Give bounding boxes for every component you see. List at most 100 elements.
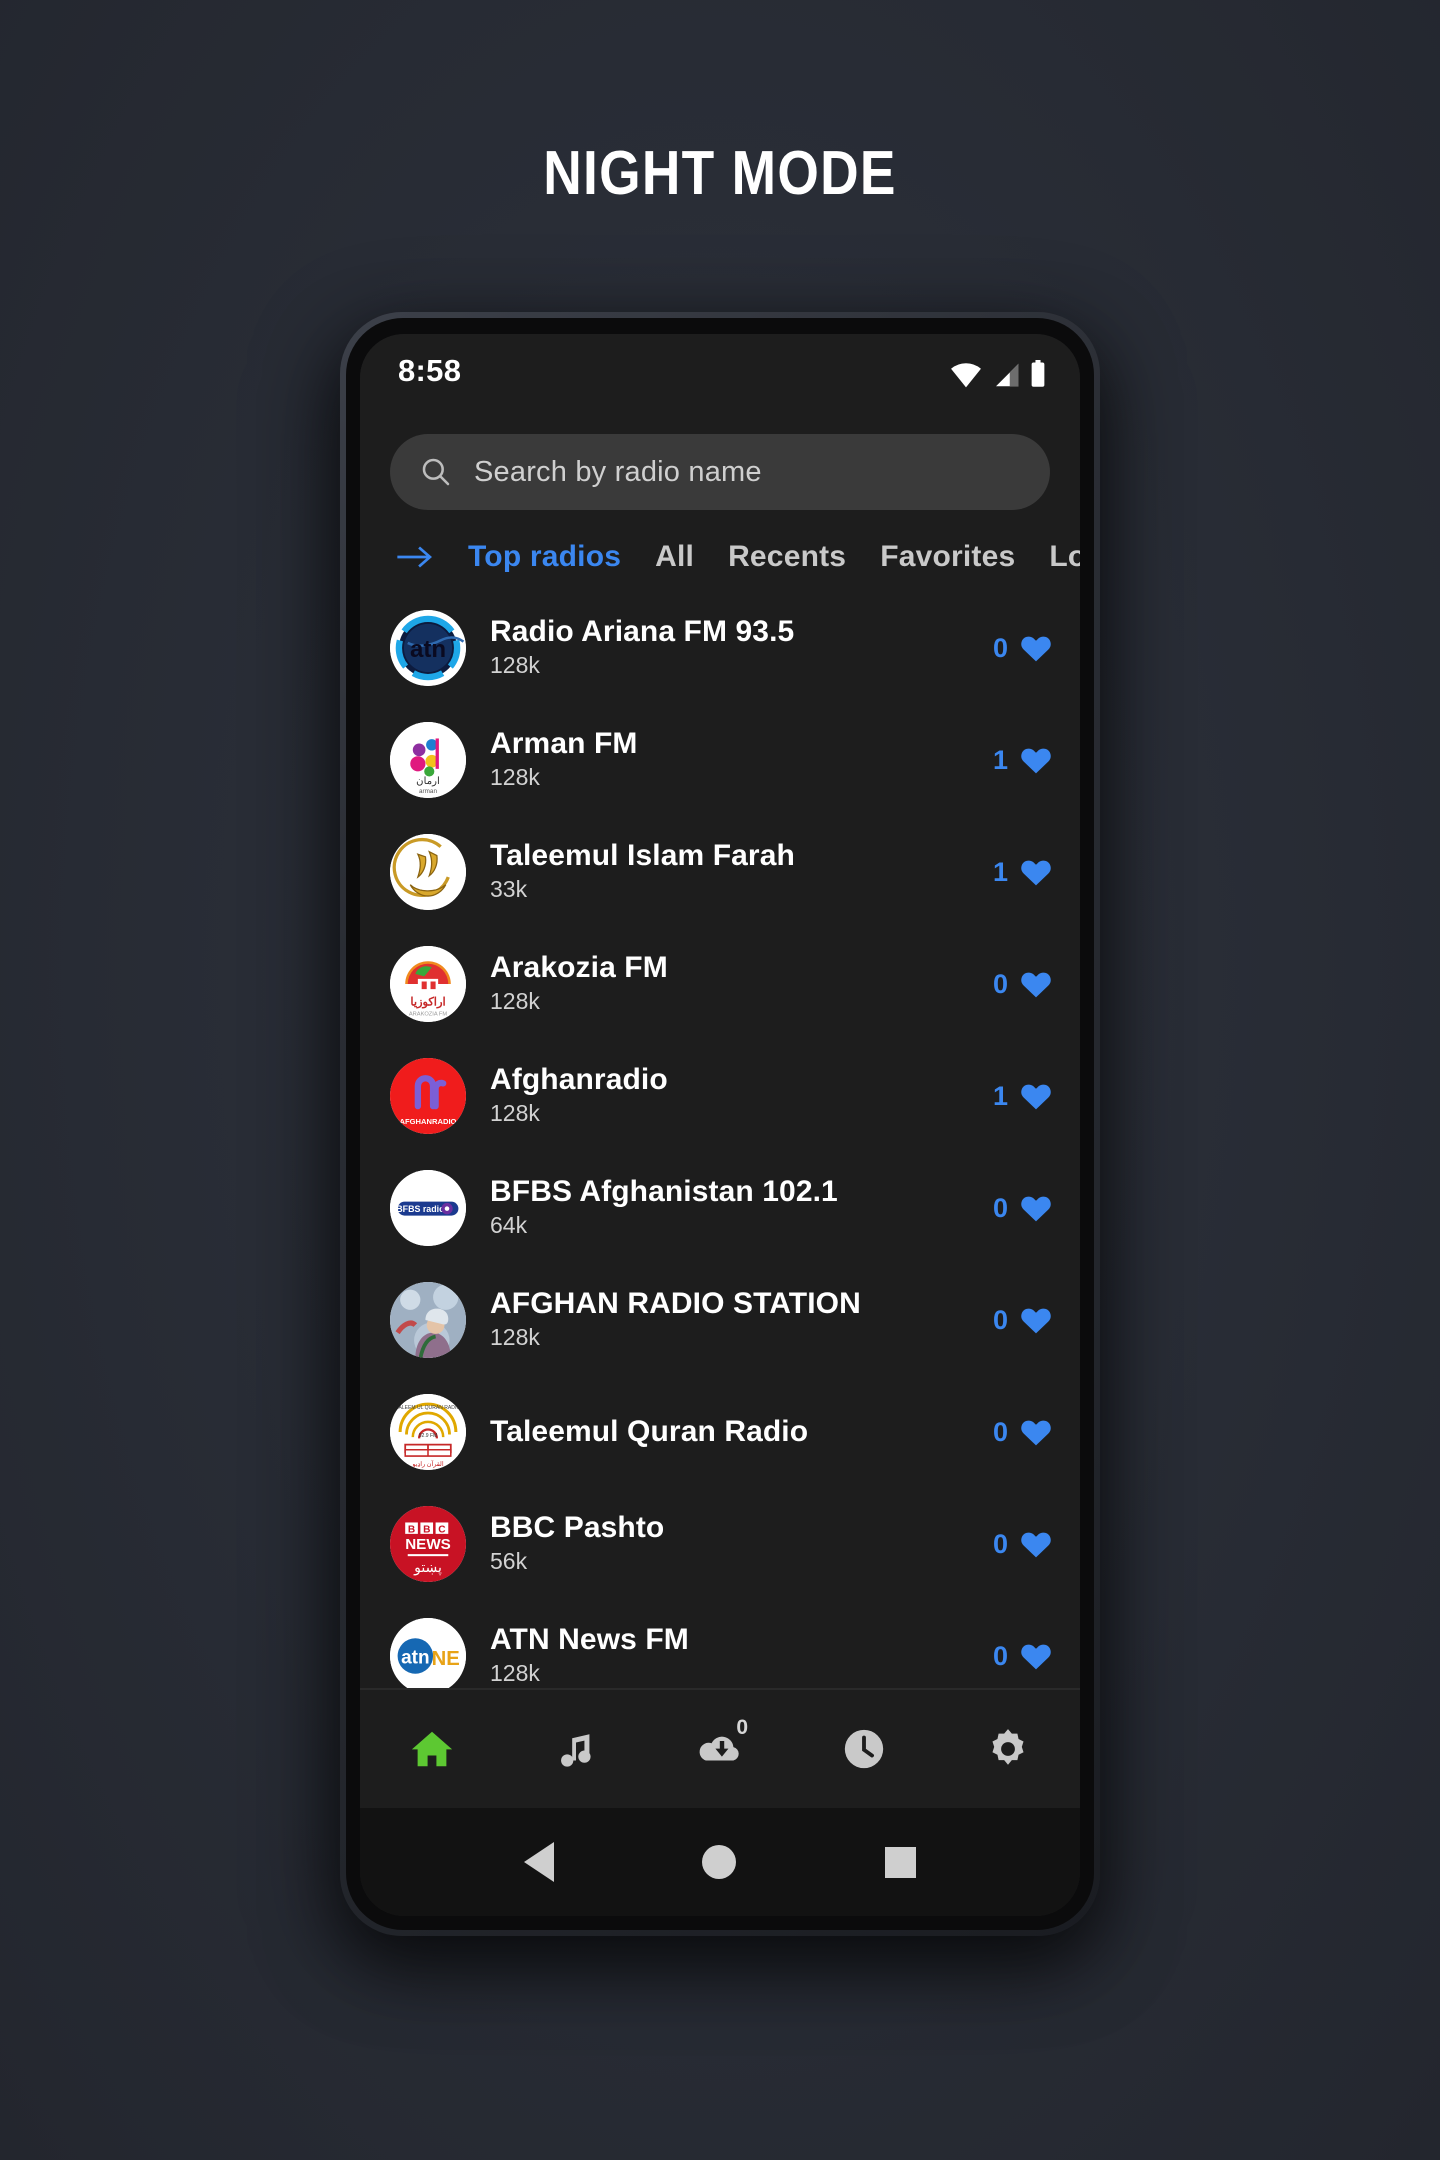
- bfbs-radio-logo: BFBS radio: [390, 1170, 466, 1246]
- circle-home-icon[interactable]: [702, 1845, 737, 1879]
- afghan-radio-station-photo-logo: [390, 1282, 466, 1358]
- status-clock: 8:58: [398, 353, 462, 388]
- favorite-control[interactable]: 1: [993, 745, 1052, 776]
- heart-icon[interactable]: [1020, 745, 1052, 775]
- svg-text:القرآن راډیو: القرآن راډیو: [411, 1460, 443, 1468]
- table-row[interactable]: atn NE ATN News FM 128k 0: [360, 1600, 1080, 1688]
- svg-text:atn: atn: [401, 1648, 430, 1669]
- arrow-right-icon[interactable]: [396, 544, 434, 570]
- row-text: Radio Ariana FM 93.5 128k: [490, 615, 969, 681]
- svg-text:ARAKOZIA FM: ARAKOZIA FM: [409, 1012, 447, 1018]
- favorite-control[interactable]: 0: [993, 633, 1052, 664]
- table-row[interactable]: BFBS radio BFBS Afghanistan 102.1 64k 0: [360, 1152, 1080, 1264]
- signal-icon: [996, 363, 1019, 387]
- svg-text:B: B: [408, 1525, 415, 1536]
- table-row[interactable]: Taleemul Islam Farah 33k 1: [360, 816, 1080, 928]
- row-text: Taleemul Quran Radio: [490, 1415, 969, 1450]
- radio-bitrate: 128k: [490, 651, 540, 678]
- tab-recents[interactable]: Recents: [728, 540, 846, 574]
- nav-home-button[interactable]: [360, 1690, 504, 1808]
- row-text: Taleemul Islam Farah 33k: [490, 839, 969, 905]
- tab-all[interactable]: All: [655, 540, 694, 574]
- svg-text:BFBS radio: BFBS radio: [396, 1204, 445, 1214]
- heart-icon[interactable]: [1020, 1193, 1052, 1223]
- downloads-badge: 0: [736, 1716, 748, 1739]
- radio-name: Arakozia FM: [490, 951, 668, 985]
- music-note-icon: [561, 1734, 591, 1767]
- favorite-control[interactable]: 0: [993, 1417, 1052, 1448]
- favorite-count: 0: [992, 1528, 1008, 1559]
- heart-icon[interactable]: [1020, 1417, 1052, 1447]
- radio-name: Afghanradio: [490, 1063, 668, 1097]
- tab-local[interactable]: Loc: [1049, 540, 1080, 574]
- gear-icon: [992, 1729, 1024, 1765]
- status-bar: 8:58: [360, 334, 1080, 408]
- nav-music-button[interactable]: [504, 1690, 648, 1808]
- radio-name: ATN News FM: [490, 1623, 689, 1657]
- wifi-icon: [951, 363, 981, 388]
- heart-icon[interactable]: [1020, 1305, 1052, 1335]
- favorite-count: 0: [992, 1192, 1008, 1223]
- favorite-count: 1: [992, 744, 1008, 775]
- search-input[interactable]: Search by radio name: [390, 434, 1050, 510]
- nav-settings-button[interactable]: [936, 1690, 1080, 1808]
- table-row[interactable]: اراکوزیا ARAKOZIA FM Arakozia FM 128k 0: [360, 928, 1080, 1040]
- phone-bezel: 8:58 Search by radio name Top radios All…: [346, 318, 1094, 1930]
- heart-icon[interactable]: [1020, 969, 1052, 999]
- heart-icon[interactable]: [1020, 1081, 1052, 1111]
- favorite-control[interactable]: 1: [993, 1081, 1052, 1112]
- heart-icon[interactable]: [1020, 857, 1052, 887]
- home-icon: [411, 1731, 453, 1767]
- favorite-control[interactable]: 0: [993, 1641, 1052, 1672]
- favorite-count: 0: [992, 1304, 1008, 1335]
- table-row[interactable]: AFGHANRADIO Afghanradio 128k 1: [360, 1040, 1080, 1152]
- table-row[interactable]: 92.9 FM القرآن راډیو TALEEM UL QURAN RAD…: [360, 1376, 1080, 1488]
- tab-bar: Top radios All Recents Favorites Loc: [360, 530, 1080, 592]
- square-recents-icon[interactable]: [884, 1846, 916, 1878]
- table-row[interactable]: AFGHAN RADIO STATION 128k 0: [360, 1264, 1080, 1376]
- clock-icon: [844, 1729, 884, 1769]
- favorite-count: 1: [992, 856, 1008, 887]
- radio-name: BBC Pashto: [490, 1511, 665, 1545]
- triangle-back-icon[interactable]: [524, 1842, 555, 1882]
- nav-history-button[interactable]: [792, 1690, 936, 1808]
- svg-text:TALEEM UL QURAN RADIO: TALEEM UL QURAN RADIO: [396, 1405, 461, 1411]
- favorite-control[interactable]: 0: [993, 969, 1052, 1000]
- tab-top-radios[interactable]: Top radios: [468, 540, 621, 574]
- svg-text:atn: atn: [410, 636, 446, 663]
- svg-text:B: B: [423, 1525, 430, 1536]
- favorite-control[interactable]: 0: [993, 1193, 1052, 1224]
- favorite-control[interactable]: 0: [993, 1529, 1052, 1560]
- taleemul-islam-farah-logo: [390, 834, 466, 910]
- heart-icon[interactable]: [1020, 1529, 1052, 1559]
- svg-text:اراکوزیا: اراکوزیا: [410, 997, 445, 1009]
- svg-text:NEWS: NEWS: [405, 1536, 451, 1553]
- taleemul-quran-radio-logo: 92.9 FM القرآن راډیو TALEEM UL QURAN RAD…: [390, 1394, 466, 1470]
- status-icons: [950, 354, 1046, 388]
- favorite-count: 0: [992, 968, 1008, 999]
- page-title: NIGHT MODE: [543, 139, 897, 208]
- bbc-news-pashto-logo: B B C NEWS پښتو: [390, 1506, 466, 1582]
- nav-downloads-button[interactable]: 0: [648, 1690, 792, 1808]
- arakozia-fm-logo: اراکوزیا ARAKOZIA FM: [390, 946, 466, 1022]
- radio-name: Taleemul Quran Radio: [490, 1414, 809, 1448]
- svg-text:AFGHANRADIO: AFGHANRADIO: [400, 1117, 457, 1126]
- search-placeholder: Search by radio name: [474, 455, 762, 488]
- table-row[interactable]: atn Radio Ariana FM 93.5 128k 0: [360, 592, 1080, 704]
- heart-icon[interactable]: [1020, 633, 1052, 663]
- favorite-control[interactable]: 0: [993, 1305, 1052, 1336]
- table-row[interactable]: B B C NEWS پښتو BBC Pashto 56k 0: [360, 1488, 1080, 1600]
- atn-news-logo: atn NE: [390, 1618, 466, 1688]
- radio-bitrate: 33k: [490, 875, 528, 902]
- tab-favorites[interactable]: Favorites: [880, 540, 1015, 574]
- heart-icon[interactable]: [1020, 1641, 1052, 1671]
- radio-bitrate: 128k: [490, 987, 540, 1014]
- radio-list[interactable]: atn Radio Ariana FM 93.5 128k 0 ارمان ar…: [360, 592, 1080, 1690]
- radio-name: Taleemul Islam Farah: [490, 839, 795, 873]
- radio-bitrate: 128k: [490, 1099, 540, 1126]
- radio-name: Arman FM: [490, 727, 638, 761]
- android-nav-bar: [360, 1808, 1080, 1916]
- favorite-control[interactable]: 1: [993, 857, 1052, 888]
- table-row[interactable]: ارمان arman Arman FM 128k 1: [360, 704, 1080, 816]
- row-text: Afghanradio 128k: [490, 1063, 969, 1129]
